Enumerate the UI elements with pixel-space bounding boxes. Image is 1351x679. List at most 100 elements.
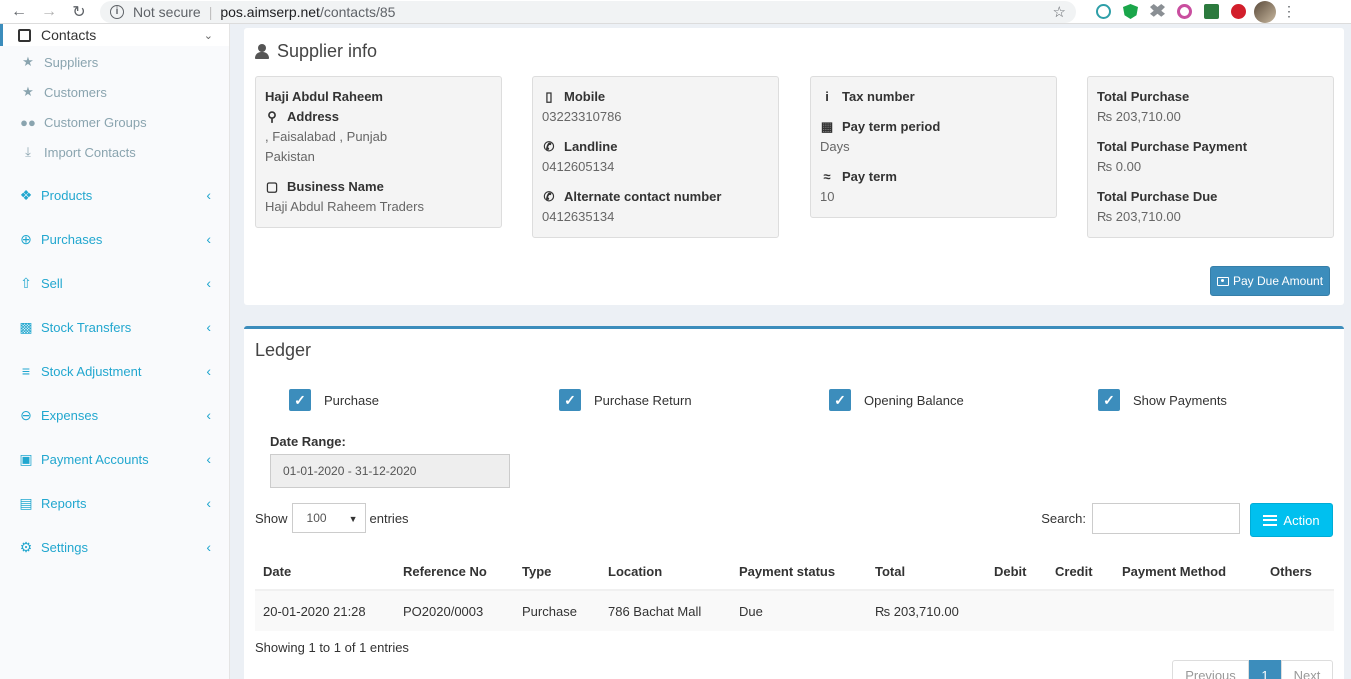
forward-arrow-icon[interactable]: → xyxy=(38,1,60,23)
money-icon: ▣ xyxy=(19,450,33,467)
ledger-box: Ledger ✓ Purchase ✓ Purchase Return ✓ Op… xyxy=(244,326,1344,679)
chevron-left-icon: ‹ xyxy=(206,495,211,511)
total-purchase-value: ₨ 203,710.00 xyxy=(1097,109,1181,124)
chevron-left-icon: ‹ xyxy=(206,451,211,467)
checkbox-checked[interactable]: ✓ xyxy=(559,389,581,411)
supplier-info-box: Supplier info Haji Abdul Raheem ⚲ Address… xyxy=(244,28,1344,305)
sidebar-item-customer-groups[interactable]: ●● Customer Groups xyxy=(0,107,229,137)
phone-icon: ✆ xyxy=(543,139,555,154)
column-header[interactable]: Others xyxy=(1262,564,1332,579)
pay-term-period-value: Days xyxy=(820,139,850,154)
shield-extension-icon[interactable] xyxy=(1123,4,1138,19)
sidebar-item-sell[interactable]: ⇧ Sell ‹ xyxy=(0,261,229,305)
filter-purchase[interactable]: ✓ Purchase xyxy=(289,389,379,411)
supplier-tax-card: i Tax number ▦ Pay term period Days ≈ Pay t… xyxy=(810,76,1057,218)
address-book-icon xyxy=(18,28,31,42)
dropbox-icon[interactable] xyxy=(1150,4,1165,17)
info-icon[interactable]: i xyxy=(110,4,124,19)
date-range-input[interactable]: 01-01-2020 - 31-12-2020 xyxy=(270,454,510,488)
handshake-icon: ≈ xyxy=(823,169,831,184)
users-icon: ●● xyxy=(20,114,36,130)
column-header[interactable]: Credit xyxy=(1047,564,1114,579)
alternate-contact-value: 0412635134 xyxy=(542,209,615,224)
total-payment-value: ₨ 0.00 xyxy=(1097,159,1142,174)
checkbox-checked[interactable]: ✓ xyxy=(1098,389,1120,411)
entries-select[interactable]: 100 ▼ xyxy=(291,503,366,533)
column-header[interactable]: Date xyxy=(255,564,395,579)
address-line-1: , Faisalabad , Punjab xyxy=(265,129,388,144)
sidebar-item-stock-adjustment[interactable]: ≡ Stock Adjustment ‹ xyxy=(0,349,229,393)
user-icon xyxy=(255,44,269,59)
active-indicator xyxy=(0,24,3,46)
date-range-label: Date Range: xyxy=(270,434,346,449)
sidebar-item-import-contacts[interactable]: ⤓ Import Contacts xyxy=(0,137,229,167)
column-header[interactable]: Payment Method xyxy=(1114,564,1262,579)
phone-icon: ✆ xyxy=(543,189,555,204)
sidebar-item-settings[interactable]: ⚙ Settings ‹ xyxy=(0,525,229,569)
minus-circle-icon: ⊖ xyxy=(20,406,32,423)
sidebar-item-products[interactable]: ❖ Products ‹ xyxy=(0,173,229,217)
pagination-next[interactable]: Next xyxy=(1281,660,1333,679)
sidebar-item-stock-transfers[interactable]: ▩ Stock Transfers ‹ xyxy=(0,305,229,349)
star-icon: ★ xyxy=(22,54,34,69)
mobile-icon: ▯ xyxy=(545,89,553,104)
filter-purchase-return[interactable]: ✓ Purchase Return xyxy=(559,389,692,411)
supplier-info-title: Supplier info xyxy=(255,41,377,62)
supplier-name: Haji Abdul Raheem xyxy=(265,89,383,104)
bar-chart-icon: ▤ xyxy=(19,494,33,511)
sidebar-item-expenses[interactable]: ⊖ Expenses ‹ xyxy=(0,393,229,437)
total-due-label: Total Purchase Due xyxy=(1097,189,1218,204)
checkbox-checked[interactable]: ✓ xyxy=(289,389,311,411)
filter-show-payments[interactable]: ✓ Show Payments xyxy=(1098,389,1227,411)
search-input[interactable] xyxy=(1092,503,1240,534)
business-name-label: ▢ Business Name xyxy=(265,177,492,197)
column-header[interactable]: Payment status xyxy=(731,564,867,579)
separator: | xyxy=(208,3,213,20)
action-button[interactable]: Action xyxy=(1250,503,1333,537)
column-header[interactable]: Total xyxy=(867,564,986,579)
sidebar-item-payment-accounts[interactable]: ▣ Payment Accounts ‹ xyxy=(0,437,229,481)
address-bar[interactable]: i Not secure | pos.aimserp.net/contacts/… xyxy=(100,0,1076,23)
profile-avatar[interactable] xyxy=(1254,0,1276,23)
briefcase-icon: ▢ xyxy=(265,179,279,194)
sidebar-item-reports[interactable]: ▤ Reports ‹ xyxy=(0,481,229,525)
column-header[interactable]: Location xyxy=(600,564,731,579)
bookmark-star-icon[interactable]: ☆ xyxy=(1053,3,1066,21)
supplier-contact-card: Haji Abdul Raheem ⚲ Address , Faisalabad … xyxy=(255,76,502,228)
color-extension-icon[interactable] xyxy=(1177,4,1192,19)
ledger-title: Ledger xyxy=(255,340,312,360)
sidebar-item-suppliers[interactable]: ★ Suppliers xyxy=(0,47,229,77)
back-arrow-icon[interactable]: ← xyxy=(8,1,30,23)
column-header[interactable]: Type xyxy=(514,564,600,579)
extension-icon[interactable] xyxy=(1204,4,1219,19)
table-row[interactable]: 20-01-2020 21:28 PO2020/0003 Purchase 78… xyxy=(255,591,1334,631)
pay-due-amount-button[interactable]: Pay Due Amount xyxy=(1210,266,1330,296)
sidebar: Contacts ⌄ ★ Suppliers ★ Customers ●● Cu… xyxy=(0,24,230,679)
pagination-previous[interactable]: Previous xyxy=(1172,660,1249,679)
url-text[interactable]: pos.aimserp.net/contacts/85 xyxy=(220,4,395,20)
adblock-icon[interactable] xyxy=(1231,4,1246,19)
money-icon xyxy=(1216,276,1229,286)
tax-number-label: i Tax number xyxy=(820,87,1047,107)
sidebar-item-contacts[interactable]: Contacts ⌄ xyxy=(0,24,229,46)
calendar-icon: ▦ xyxy=(820,119,834,134)
column-header[interactable]: Reference No xyxy=(395,564,514,579)
table-header: Date Reference No Type Location Payment … xyxy=(255,553,1334,591)
sidebar-item-purchases[interactable]: ⊕ Purchases ‹ xyxy=(0,217,229,261)
column-header[interactable]: Debit xyxy=(986,564,1047,579)
reload-icon[interactable]: ↻ xyxy=(68,1,90,23)
arrow-circle-up-icon: ⇧ xyxy=(20,274,32,291)
more-menu-icon[interactable]: ⋮ xyxy=(1282,3,1296,20)
list-icon xyxy=(1263,514,1278,526)
pagination-page[interactable]: 1 xyxy=(1249,660,1281,679)
sidebar-item-customers[interactable]: ★ Customers xyxy=(0,77,229,107)
extension-icon[interactable] xyxy=(1096,4,1111,19)
map-marker-icon: ⚲ xyxy=(267,109,277,124)
checkbox-checked[interactable]: ✓ xyxy=(829,389,851,411)
chevron-left-icon: ‹ xyxy=(206,407,211,423)
pay-term-period-label: ▦ Pay term period xyxy=(820,117,1047,137)
cubes-icon: ❖ xyxy=(19,186,33,203)
chevron-left-icon: ‹ xyxy=(206,363,211,379)
filter-opening-balance[interactable]: ✓ Opening Balance xyxy=(829,389,964,411)
chevron-left-icon: ‹ xyxy=(206,275,211,291)
